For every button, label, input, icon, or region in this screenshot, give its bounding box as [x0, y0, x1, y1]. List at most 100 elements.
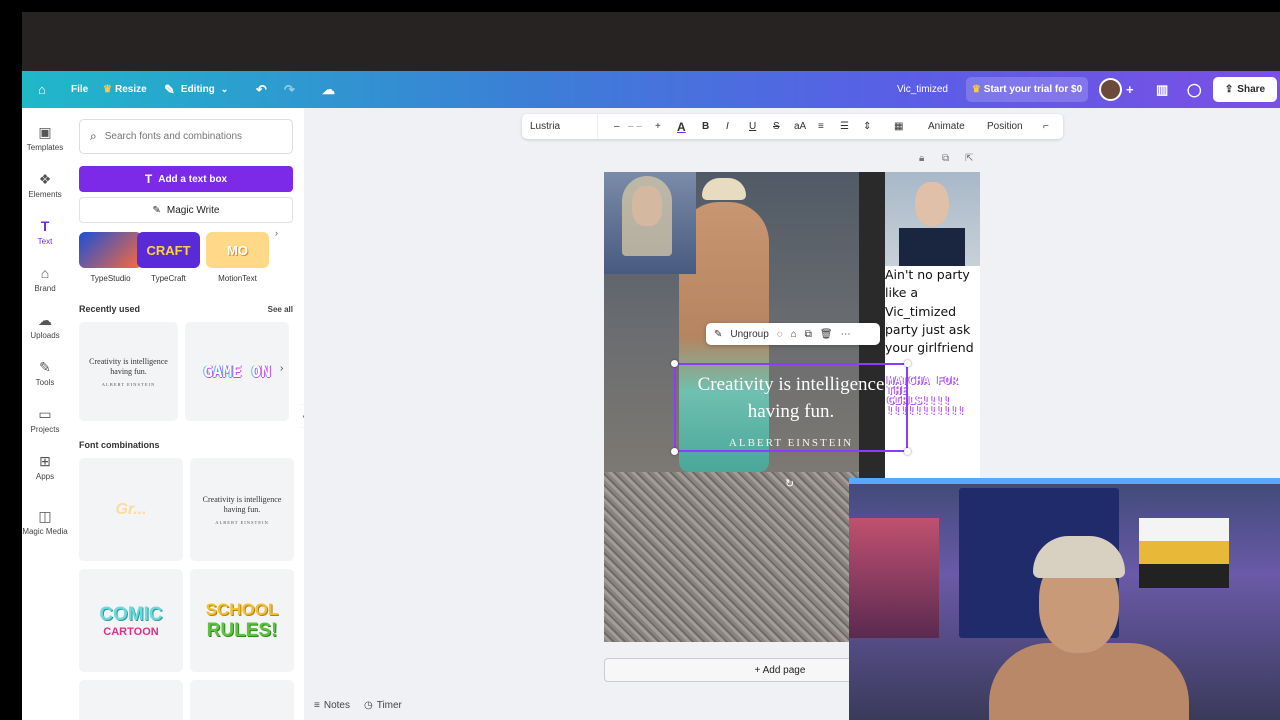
redo-button[interactable]: ↷ — [284, 71, 295, 108]
lock-icon[interactable]: ⌂ — [791, 329, 797, 340]
recent-quote-card[interactable]: Creativity is intelligence having fun. A… — [79, 322, 178, 421]
checkerboard-icon: ▦ — [894, 121, 904, 132]
combo-card-partial[interactable] — [79, 680, 183, 720]
underline-button[interactable]: U — [749, 114, 756, 139]
list-button[interactable]: ☰ — [840, 114, 849, 139]
font-family-dropdown[interactable]: Lustria — [530, 114, 598, 139]
text-color-button[interactable]: A — [677, 114, 686, 139]
font-size-input[interactable]: – – — [628, 114, 642, 139]
rail-label: Apps — [35, 472, 55, 481]
magic-write-button[interactable]: ✎ Magic Write — [79, 197, 293, 223]
add-text-box-label: Add a text box — [158, 173, 228, 185]
rail-item-projects[interactable]: ▭ Projects — [22, 406, 68, 434]
chevron-right-icon[interactable]: › — [275, 228, 278, 238]
duplicate-icon[interactable]: ⧉ — [805, 329, 812, 340]
timer-button[interactable]: ◷ Timer — [364, 700, 402, 711]
home-button[interactable]: ⌂ — [38, 71, 46, 108]
style-motiontext[interactable]: MO — [206, 232, 269, 268]
comments-button[interactable]: ◯ — [1187, 71, 1202, 108]
text-icon: T — [40, 218, 50, 234]
more-icon[interactable]: ⋯ — [841, 329, 851, 340]
chevron-right-icon[interactable]: › — [280, 363, 283, 374]
italic-button[interactable]: I — [726, 114, 729, 139]
style-label: TypeCraft — [151, 274, 186, 283]
editing-mode-dropdown[interactable]: ✎ Editing ⌄ — [164, 71, 228, 108]
projects-icon: ▭ — [38, 406, 52, 422]
combo-card-partial[interactable] — [190, 680, 294, 720]
trial-label: Start your trial for $0 — [983, 84, 1083, 95]
add-collaborator-button[interactable]: + — [1126, 71, 1134, 108]
file-menu[interactable]: File — [71, 71, 88, 108]
spacing-button[interactable]: ⇕ — [863, 114, 871, 139]
font-search[interactable]: ⌕ — [79, 119, 293, 154]
notes-button[interactable]: ≡ Notes — [314, 700, 350, 711]
bar-chart-icon: ▥ — [1156, 81, 1169, 97]
undo-button[interactable]: ↶ — [256, 71, 267, 108]
upload-icon: ⇪ — [1224, 84, 1234, 95]
rotate-icon[interactable]: ↻ — [785, 477, 794, 490]
suit-portrait-image[interactable] — [885, 172, 980, 266]
combo-card-quote[interactable]: Creativity is intelligence having fun. A… — [190, 458, 294, 561]
text-panel: ⌕ T Add a text box ✎ Magic Write TypeStudi… — [68, 108, 304, 720]
start-trial-button[interactable]: ♛ Start your trial for $0 — [966, 77, 1088, 102]
style-typecraft[interactable]: CRAFT — [137, 232, 200, 268]
rail-item-elements[interactable]: ❖ Elements — [22, 171, 68, 199]
add-text-box-button[interactable]: T Add a text box — [79, 166, 293, 192]
rail-item-apps[interactable]: ⊞ Apps — [22, 453, 68, 481]
resize-handle[interactable] — [904, 448, 911, 455]
see-all-link[interactable]: See all — [268, 305, 293, 314]
insights-button[interactable]: ▥ — [1156, 71, 1168, 108]
resize-button[interactable]: ♛ Resize — [103, 71, 147, 108]
font-size-decrease[interactable]: – — [614, 114, 620, 139]
share-button[interactable]: ⇪ Share — [1213, 77, 1277, 102]
strikethrough-button[interactable]: S — [773, 114, 780, 139]
motiontext-art: MO — [227, 242, 248, 258]
save-status-button[interactable]: ☁ — [322, 71, 335, 108]
lock-icon[interactable]: 🔒︎ — [919, 153, 924, 164]
position-button[interactable]: Position — [987, 114, 1023, 139]
search-icon: ⌕ — [90, 129, 97, 143]
recent-game-on-card[interactable]: GAME ON — [185, 322, 289, 421]
duplicate-page-icon[interactable]: ⧉ — [942, 153, 949, 164]
rail-item-text[interactable]: T Text — [22, 218, 68, 246]
letter-case-button[interactable]: aA — [794, 114, 806, 139]
rail-item-magic-media[interactable]: ◫ Magic Media — [22, 508, 68, 536]
document-title[interactable]: Vic_timized — [897, 71, 948, 108]
font-size-increase[interactable]: + — [655, 114, 661, 139]
rail-item-uploads[interactable]: ☁ Uploads — [22, 312, 68, 340]
magic-wand-icon[interactable]: ✎ — [714, 329, 722, 340]
combo-card-glow[interactable]: Gr... — [79, 458, 183, 561]
resize-handle[interactable] — [671, 360, 678, 367]
resize-handle[interactable] — [904, 360, 911, 367]
style-label: TypeStudio — [90, 274, 131, 283]
ungroup-button[interactable]: Ungroup — [730, 329, 768, 340]
comment-icon[interactable]: ◌ — [777, 329, 783, 340]
magic-wand-icon: ✎ — [152, 204, 161, 216]
rail-item-templates[interactable]: ▣ Templates — [22, 124, 68, 152]
notes-icon: ≡ — [314, 700, 320, 711]
handwritten-caption[interactable]: Ain't no party like a Vic_timized party … — [885, 266, 980, 357]
rail-item-tools[interactable]: ✎ Tools — [22, 359, 68, 387]
avatar[interactable] — [1099, 78, 1122, 101]
elf-character-image[interactable] — [604, 172, 696, 274]
background-flag — [1139, 518, 1229, 588]
rail-item-brand[interactable]: ⌂ Brand — [22, 265, 68, 293]
resize-handle[interactable] — [671, 448, 678, 455]
style-typestudio[interactable] — [79, 232, 142, 268]
animate-button[interactable]: Animate — [928, 114, 965, 139]
plus-icon: + — [1126, 82, 1134, 97]
paint-roller-icon: ⌐ — [1043, 121, 1049, 132]
transparency-button[interactable]: ▦ — [894, 114, 903, 139]
align-button[interactable]: ≡ — [818, 114, 824, 139]
copy-style-button[interactable]: ⌐ — [1043, 114, 1049, 139]
add-page-icon[interactable]: ⇱ — [965, 153, 973, 164]
bold-button[interactable]: B — [702, 114, 709, 139]
trash-icon[interactable]: 🗑︎ — [820, 329, 833, 340]
combo-card-school[interactable]: SCHOOL RULES! — [190, 569, 294, 672]
tools-icon: ✎ — [39, 359, 51, 375]
font-combinations-heading: Font combinations — [79, 440, 160, 450]
cloud-check-icon: ☁ — [322, 81, 335, 97]
search-input[interactable] — [104, 131, 275, 142]
selection-box[interactable] — [671, 360, 911, 455]
combo-card-comic[interactable]: COMIC CARTOON — [79, 569, 183, 672]
